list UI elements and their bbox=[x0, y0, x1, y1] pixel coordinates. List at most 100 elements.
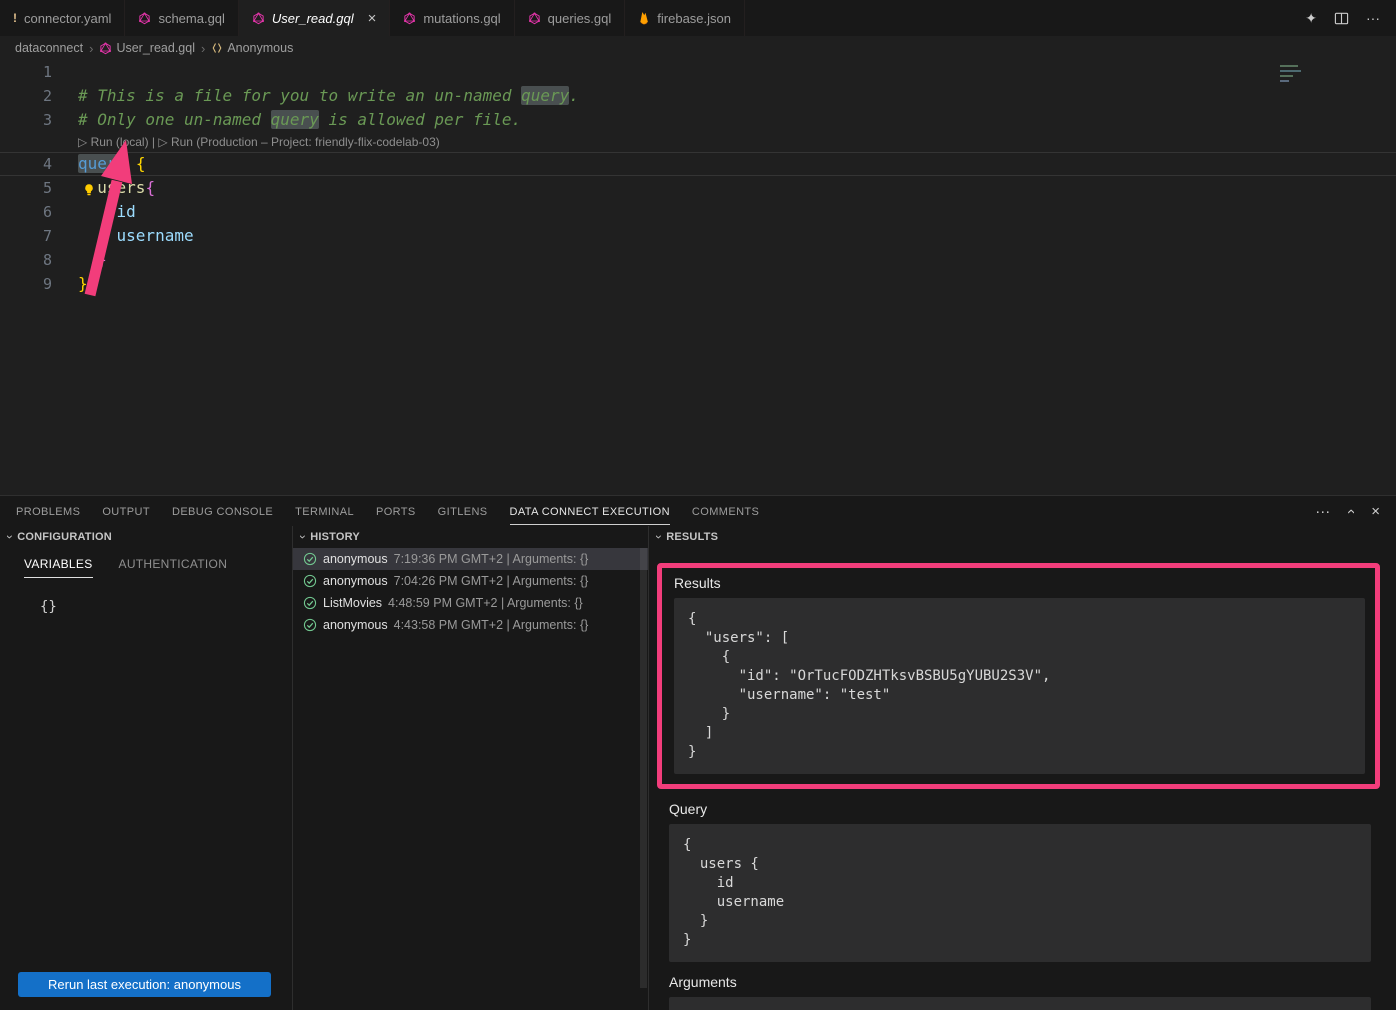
tab-label: queries.gql bbox=[548, 11, 612, 26]
results-highlight-annotation: Results { "users": [ { "id": "OrTucFODZH… bbox=[657, 563, 1380, 789]
tab-schema.gql[interactable]: schema.gql bbox=[125, 0, 238, 36]
codelens: ▷ Run (local) | ▷ Run (Production – Proj… bbox=[0, 132, 1396, 152]
bottom-panel: PROBLEMS OUTPUT DEBUG CONSOLE TERMINAL PORTS… bbox=[0, 495, 1396, 1010]
panel-body: › CONFIGURATION VARIABLESAUTHENTICATION … bbox=[0, 526, 1396, 1010]
close-panel-icon[interactable]: × bbox=[1371, 503, 1380, 520]
check-icon bbox=[303, 574, 317, 588]
config-tab-authentication[interactable]: AUTHENTICATION bbox=[119, 557, 228, 578]
history-row[interactable]: anonymous 7:19:36 PM GMT+2 | Arguments: {… bbox=[293, 548, 648, 570]
run-production-link[interactable]: ▷ Run (Production – Project: friendly-fl… bbox=[158, 135, 439, 149]
line-number: 5 bbox=[0, 176, 52, 200]
check-icon bbox=[303, 618, 317, 632]
breadcrumb: dataconnect › User_read.gql › Anonymous bbox=[0, 36, 1396, 60]
code-line-4[interactable]: 4query { bbox=[0, 152, 1396, 176]
line-number: 8 bbox=[0, 248, 52, 272]
history-header[interactable]: › HISTORY bbox=[293, 526, 648, 548]
breadcrumb-label: User_read.gql bbox=[116, 41, 195, 55]
panel-tab-output[interactable]: OUTPUT bbox=[102, 498, 150, 525]
code-text: # This is a file for you to write an un-… bbox=[52, 84, 579, 108]
code-line-5[interactable]: 5 users{ bbox=[0, 176, 1396, 200]
history-operation-name: anonymous bbox=[323, 552, 388, 566]
tab-label: User_read.gql bbox=[272, 11, 354, 26]
query-box: { users { id username } } bbox=[669, 824, 1371, 962]
tab-User_read.gql[interactable]: User_read.gql × bbox=[239, 0, 390, 36]
chevron-down-icon: › bbox=[652, 535, 666, 539]
more-actions-icon[interactable]: ··· bbox=[1366, 10, 1380, 26]
run-local-link[interactable]: ▷ Run (local) bbox=[78, 135, 149, 149]
panel-tab-problems[interactable]: PROBLEMS bbox=[16, 498, 80, 525]
sparkle-icon[interactable]: ✦ bbox=[1305, 10, 1317, 27]
history-meta: 7:19:36 PM GMT+2 | Arguments: {} bbox=[394, 552, 589, 566]
config-tab-variables[interactable]: VARIABLES bbox=[24, 557, 93, 578]
panel-tab-data-connect-execution[interactable]: DATA CONNECT EXECUTION bbox=[510, 498, 670, 525]
minimap[interactable] bbox=[1280, 62, 1304, 82]
results-label: Results bbox=[674, 575, 1365, 591]
variables-editor[interactable]: {} bbox=[0, 578, 292, 615]
arguments-label: Arguments bbox=[669, 974, 1371, 990]
breadcrumb-separator: › bbox=[89, 41, 93, 56]
history-title: HISTORY bbox=[310, 531, 360, 543]
code-line-8[interactable]: 8 } bbox=[0, 248, 1396, 272]
tab-label: connector.yaml bbox=[24, 11, 111, 26]
configuration-section: › CONFIGURATION VARIABLESAUTHENTICATION … bbox=[0, 526, 293, 1010]
panel-tab-strip: PROBLEMS OUTPUT DEBUG CONSOLE TERMINAL PORTS… bbox=[16, 496, 781, 526]
code-line-7[interactable]: 7 username bbox=[0, 224, 1396, 248]
check-icon bbox=[303, 596, 317, 610]
panel-tab-terminal[interactable]: TERMINAL bbox=[295, 498, 354, 525]
tab-mutations.gql[interactable]: mutations.gql bbox=[390, 0, 514, 36]
panel-tab-debug-console[interactable]: DEBUG CONSOLE bbox=[172, 498, 273, 525]
graphql-icon bbox=[99, 42, 112, 55]
line-number: 3 bbox=[0, 108, 52, 132]
breadcrumb-label: dataconnect bbox=[15, 41, 83, 55]
results-header[interactable]: › RESULTS bbox=[649, 526, 1396, 548]
code-text: # Only one un-named query is allowed per… bbox=[52, 108, 521, 132]
configuration-header[interactable]: › CONFIGURATION bbox=[0, 526, 292, 548]
tab-connector.yaml[interactable]: ! connector.yaml bbox=[0, 0, 125, 36]
yaml-icon: ! bbox=[13, 11, 17, 25]
results-title: RESULTS bbox=[666, 531, 718, 543]
breadcrumb-item[interactable]: dataconnect bbox=[15, 41, 83, 55]
maximize-panel-icon[interactable]: › bbox=[1342, 509, 1359, 514]
code-line-9[interactable]: 9} bbox=[0, 272, 1396, 296]
graphql-icon bbox=[138, 12, 151, 25]
split-editor-icon[interactable] bbox=[1334, 11, 1349, 26]
line-number: 6 bbox=[0, 200, 52, 224]
symbol-icon bbox=[211, 42, 223, 54]
codelens-separator: | bbox=[149, 135, 159, 149]
code-line-2[interactable]: 2# This is a file for you to write an un… bbox=[0, 84, 1396, 108]
history-row[interactable]: anonymous7:04:26 PM GMT+2 | Arguments: {… bbox=[293, 570, 648, 592]
breadcrumb-separator: › bbox=[201, 41, 205, 56]
rerun-button[interactable]: Rerun last execution: anonymous bbox=[18, 972, 271, 997]
graphql-icon bbox=[403, 12, 416, 25]
line-number: 7 bbox=[0, 224, 52, 248]
breadcrumb-label: Anonymous bbox=[227, 41, 293, 55]
breadcrumb-item[interactable]: Anonymous bbox=[211, 41, 293, 55]
panel-tab-comments[interactable]: COMMENTS bbox=[692, 498, 759, 525]
code-text: query { bbox=[52, 152, 145, 176]
tab-label: schema.gql bbox=[158, 11, 224, 26]
panel-tab-gitlens[interactable]: GITLENS bbox=[438, 498, 488, 525]
editor-tab-bar: ! connector.yaml schema.gql User_read.gql × m… bbox=[0, 0, 1396, 36]
tab-queries.gql[interactable]: queries.gql bbox=[515, 0, 626, 36]
line-number: 1 bbox=[0, 60, 52, 84]
history-section: › HISTORY anonymous 7:19:36 PM GMT+2 | Ar… bbox=[293, 526, 649, 1010]
arguments-box: {} bbox=[669, 997, 1371, 1010]
panel-more-icon[interactable]: ··· bbox=[1315, 503, 1330, 520]
history-row[interactable]: anonymous4:43:58 PM GMT+2 | Arguments: {… bbox=[293, 614, 648, 636]
history-scrollbar[interactable] bbox=[640, 548, 647, 988]
configuration-tabs: VARIABLES AUTHENTICATION bbox=[0, 548, 292, 578]
history-list: anonymous 7:19:36 PM GMT+2 | Arguments: {… bbox=[293, 548, 648, 636]
history-row[interactable]: ListMovies4:48:59 PM GMT+2 | Arguments: … bbox=[293, 592, 648, 614]
history-meta: 7:04:26 PM GMT+2 | Arguments: {} bbox=[394, 574, 589, 588]
breadcrumb-item[interactable]: User_read.gql bbox=[99, 41, 195, 55]
editor: 12# This is a file for you to write an u… bbox=[0, 60, 1396, 495]
close-icon[interactable]: × bbox=[368, 11, 377, 26]
code-line-6[interactable]: 6 id bbox=[0, 200, 1396, 224]
code-line-3[interactable]: 3# Only one un-named query is allowed pe… bbox=[0, 108, 1396, 132]
code-text: users{ bbox=[52, 176, 155, 200]
code-line-1[interactable]: 1 bbox=[0, 60, 1396, 84]
tab-firebase.json[interactable]: firebase.json bbox=[625, 0, 745, 36]
line-number: 2 bbox=[0, 84, 52, 108]
panel-tab-ports[interactable]: PORTS bbox=[376, 498, 416, 525]
tab-strip: ! connector.yaml schema.gql User_read.gql × m… bbox=[0, 0, 745, 36]
